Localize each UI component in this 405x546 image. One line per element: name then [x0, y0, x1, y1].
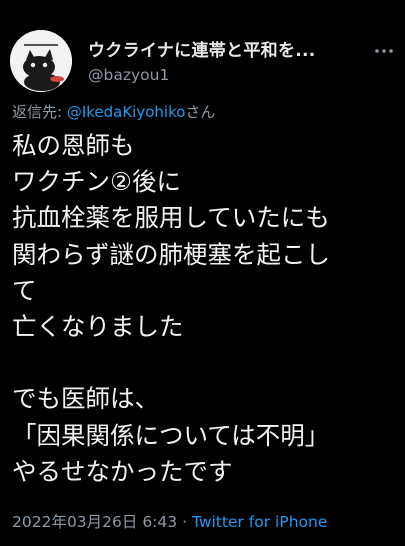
tweet-text-line: て [12, 275, 37, 305]
tweet-meta: 2022年03月26日 6:43 · Twitter for iPhone [12, 510, 327, 532]
more-options-icon[interactable] [373, 40, 395, 62]
cat-avatar-icon [10, 30, 72, 92]
tweet-text-line: やるせなかったです [12, 456, 233, 486]
tweet-text-line [12, 345, 398, 381]
tweet-text-line: でも医師は、 [12, 384, 159, 414]
tweet-text-line: 「因果関係については不明」 [12, 420, 330, 450]
author-handle[interactable]: @bazyou1 [88, 66, 169, 84]
reply-mention-link[interactable]: @IkedaKiyohiko [67, 103, 186, 121]
tweet-text-line: 私の恩師も [12, 131, 135, 160]
reply-suffix: さん [185, 103, 216, 121]
tweet-text: 私の恩師も ワクチン②後に 抗血栓薬を服用していたにも 関わらず謎の肺梗塞を起こ… [12, 128, 398, 490]
tweet-text-line: 関わらず謎の肺梗塞を起こし [12, 239, 331, 269]
author-display-name[interactable]: ウクライナに連帯と平和を... [88, 36, 316, 61]
tweet-text-line: 亡くなりました [12, 311, 184, 341]
meta-separator: · [177, 513, 192, 531]
tweet-header: ウクライナに連帯と平和を... @bazyou1 [10, 30, 397, 94]
tweet-source-link[interactable]: Twitter for iPhone [192, 513, 327, 531]
author-avatar[interactable] [10, 30, 72, 92]
tweet-text-line: ワクチン②後に [12, 167, 181, 197]
reply-context: 返信先: @IkedaKiyohikoさん [12, 101, 215, 122]
tweet-detail: ウクライナに連帯と平和を... @bazyou1 返信先: @IkedaKiyo… [0, 0, 405, 546]
tweet-timestamp[interactable]: 2022年03月26日 6:43 [12, 513, 177, 531]
reply-prefix: 返信先: [12, 103, 67, 121]
tweet-text-line: 抗血栓薬を服用していたにも [12, 203, 330, 233]
